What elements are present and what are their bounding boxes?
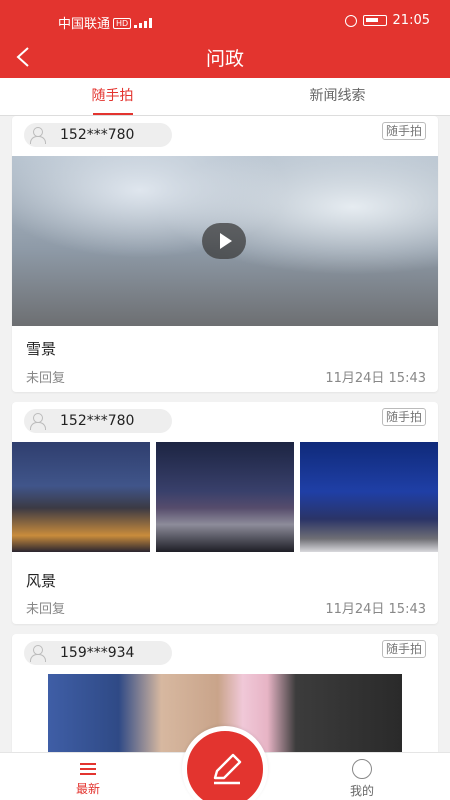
app-header: 中国联通 HD 21:05 问政 <box>0 0 450 78</box>
tab-snapshot[interactable]: 随手拍 <box>0 78 225 115</box>
post-card[interactable]: 152***780 随手拍 雪景 未回复 11月24日 15:43 <box>12 116 438 392</box>
tab-news-leads[interactable]: 新闻线索 <box>225 78 450 115</box>
signal-icon <box>134 18 153 28</box>
user-name: 159***934 <box>60 645 135 661</box>
user-icon <box>352 759 372 779</box>
avatar-icon <box>24 123 52 147</box>
category-tag: 随手拍 <box>381 408 426 426</box>
status-bar: 中国联通 HD 21:05 <box>0 0 450 40</box>
post-title: 雪景 <box>26 340 57 358</box>
battery-icon <box>362 15 387 26</box>
post-feed: 152***780 随手拍 雪景 未回复 11月24日 15:43 152***… <box>0 116 450 752</box>
avatar-icon <box>24 409 52 433</box>
user-name: 152***780 <box>60 127 135 143</box>
post-time: 11月24日 15:43 <box>325 371 426 386</box>
status-time: 21:05 <box>392 13 430 28</box>
page-title: 问政 <box>205 48 244 70</box>
avatar-icon <box>24 641 52 665</box>
post-image[interactable] <box>12 442 150 552</box>
user-pill: 152***780 <box>24 123 172 147</box>
list-icon <box>76 759 100 777</box>
category-tag: 随手拍 <box>381 122 426 140</box>
reply-status: 未回复 <box>26 371 66 386</box>
user-name: 152***780 <box>60 413 135 429</box>
video-thumbnail[interactable] <box>12 156 438 326</box>
post-time: 11月24日 15:43 <box>325 602 426 617</box>
post-card[interactable]: 152***780 随手拍 风景 未回复 11月24日 15:43 <box>12 402 438 624</box>
pencil-icon <box>213 753 242 785</box>
post-image[interactable] <box>300 442 438 552</box>
nav-me-label: 我的 <box>349 784 374 798</box>
play-icon[interactable] <box>202 223 246 259</box>
hd-badge: HD <box>113 18 132 29</box>
user-pill: 159***934 <box>24 641 172 665</box>
nav-latest-label: 最新 <box>75 782 100 796</box>
reply-status: 未回复 <box>26 602 66 617</box>
image-grid <box>12 442 438 552</box>
post-title: 风景 <box>26 572 57 590</box>
alarm-icon <box>344 14 357 27</box>
nav-latest[interactable]: 最新 <box>58 759 118 797</box>
post-image[interactable] <box>156 442 294 552</box>
carrier-name: 中国联通 <box>58 17 111 32</box>
category-tag: 随手拍 <box>381 640 426 658</box>
tab-bar: 随手拍 新闻线索 <box>0 78 450 116</box>
user-pill: 152***780 <box>24 409 172 433</box>
nav-me[interactable]: 我的 <box>332 759 392 799</box>
